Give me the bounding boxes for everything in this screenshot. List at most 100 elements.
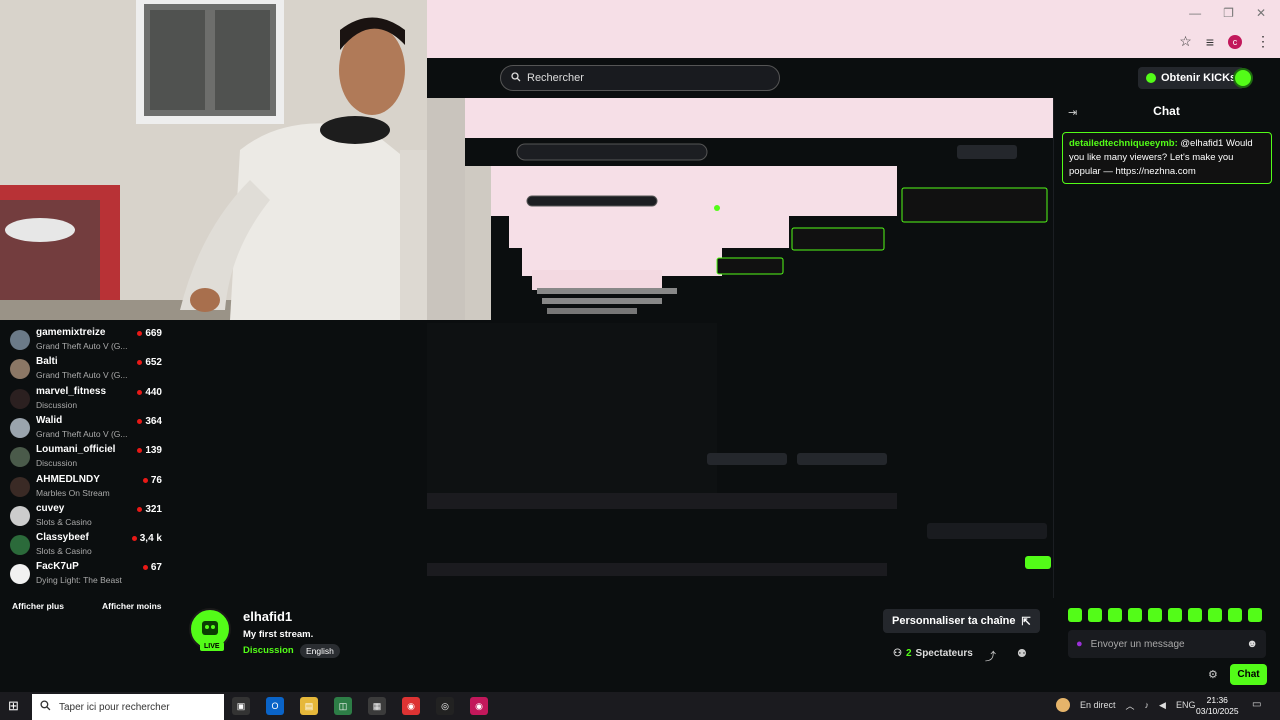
outlook-icon[interactable]: O [266, 697, 284, 715]
stream-category[interactable]: Discussion [243, 645, 294, 656]
chrome-profile-icon[interactable]: ◉ [470, 697, 488, 715]
stream-title: My first stream. [243, 629, 314, 640]
sidebar-channel-category: Slots & Casino [36, 516, 92, 527]
live-status-label[interactable]: En direct [1080, 700, 1116, 710]
chat-input[interactable]: ● Envoyer un message ☻ [1068, 630, 1266, 658]
sidebar-viewers-value: 652 [145, 357, 162, 369]
webcam-overlay [0, 0, 427, 320]
external-link-icon: ⇱ [1021, 615, 1031, 628]
live-indicator-icon [137, 418, 143, 424]
emote-icon[interactable] [1088, 608, 1102, 622]
obs-icon[interactable]: ◎ [436, 697, 454, 715]
channel-avatar-small [10, 417, 30, 438]
sidebar-channel-item[interactable]: FacK7uP Dying Light: The Beast 67 [10, 561, 162, 589]
chrome-icon[interactable]: ◉ [402, 697, 420, 715]
chat-send-button[interactable]: Chat [1230, 664, 1267, 685]
app-icon[interactable]: ▦ [368, 697, 386, 715]
windows-start-icon[interactable]: ⊞ [8, 698, 19, 714]
show-more-button[interactable]: Afficher plus [12, 601, 64, 611]
follow-icon[interactable]: ⚉ [1017, 647, 1027, 660]
weather-icon[interactable] [1056, 698, 1070, 712]
search-input[interactable]: Rechercher [500, 65, 780, 91]
star-icon[interactable]: ☆ [1179, 33, 1192, 50]
close-button[interactable]: ✕ [1256, 6, 1266, 20]
emote-icon[interactable] [1148, 608, 1162, 622]
microphone-icon[interactable]: ● [1076, 638, 1083, 650]
get-kicks-button[interactable]: Obtenir KICKs [1138, 67, 1245, 89]
sidebar-channel-name: Classybeef [36, 532, 89, 544]
notification-icon[interactable]: ▭ [1252, 699, 1261, 710]
sidebar-viewers-value: 3,4 k [139, 533, 162, 545]
profile-icon[interactable]: c [1228, 34, 1242, 49]
emoji-icon[interactable]: ☻ [1246, 638, 1258, 650]
emote-icon[interactable] [1188, 608, 1202, 622]
sidebar-channel-name: Loumani_officiel [36, 444, 116, 456]
live-indicator-icon [137, 331, 143, 336]
file-explorer-icon[interactable]: ▤ [300, 697, 318, 715]
volume-icon[interactable]: ◀ [1159, 700, 1166, 711]
task-view-icon[interactable]: ▣ [232, 697, 250, 715]
maximize-button[interactable]: ❐ [1223, 6, 1234, 20]
sidebar-channel-category: Discussion [36, 399, 78, 410]
sidebar-channel-item[interactable]: Loumani_officiel Discussion 139 [10, 444, 162, 472]
share-icon[interactable]: ⤴ [985, 648, 996, 664]
clock-time: 21:36 [1206, 695, 1228, 705]
sidebar-viewers-value: 364 [145, 415, 162, 427]
sidebar-channel-item[interactable]: cuvey Slots & Casino 321 [10, 503, 162, 531]
channel-avatar-small [10, 505, 30, 526]
spectators-number: 2 [905, 648, 912, 659]
microphone-tray-icon[interactable]: ♪ [1145, 700, 1150, 710]
language-label[interactable]: ENG [1176, 700, 1196, 710]
show-less-button[interactable]: Afficher moins [102, 601, 162, 611]
window-controls: — ❐ ✕ [1189, 6, 1266, 20]
emote-icon[interactable] [1208, 608, 1222, 622]
sidebar-channel-item[interactable]: marvel_fitness Discussion 440 [10, 386, 162, 414]
sidebar-viewer-count: 3,4 k [131, 533, 162, 545]
taskbar-apps: ▣ O ▤ ◫ ▦ ◉ ◎ ◉ [232, 697, 488, 715]
channel-avatar-small [10, 535, 30, 556]
sidebar-channel-name: AHMEDLNDY [36, 473, 100, 485]
sidebar-channel-item[interactable]: Classybeef Slots & Casino 3,4 k [10, 532, 162, 560]
chat-input-placeholder: Envoyer un message [1090, 638, 1185, 650]
taskbar-search-input[interactable]: Taper ici pour rechercher [32, 694, 224, 720]
store-icon[interactable]: ◫ [334, 697, 352, 715]
search-placeholder: Rechercher [527, 72, 584, 84]
clock[interactable]: 21:36 03/10/2025 [1196, 695, 1239, 717]
chevron-up-icon[interactable]: ︿ [1126, 699, 1135, 712]
gear-icon[interactable]: ⚙ [1208, 668, 1218, 681]
emote-icon[interactable] [1068, 608, 1082, 622]
emote-icon[interactable] [1168, 608, 1182, 622]
sidebar-channel-category: Grand Theft Auto V (G... [36, 341, 128, 351]
user-avatar[interactable] [1233, 68, 1253, 88]
search-icon [40, 700, 51, 714]
live-indicator-icon [137, 389, 143, 395]
live-indicator-icon [137, 360, 143, 366]
sidebar-channel-category: Dying Light: The Beast [36, 575, 122, 586]
emote-icon[interactable] [1228, 608, 1242, 622]
customize-channel-button[interactable]: Personnaliser ta chaîne ⇱ [883, 609, 1040, 633]
sidebar-channel-item[interactable]: AHMEDLNDY Marbles On Stream 76 [10, 474, 162, 502]
emote-icon[interactable] [1108, 608, 1122, 622]
sidebar-channel-item[interactable]: Balti Grand Theft Auto V (G... 652 [10, 356, 162, 384]
sidebar-channel-name: gamemixtreize [36, 327, 106, 338]
channel-avatar-small [10, 330, 30, 350]
sidebar-channel-category: Slots & Casino [36, 546, 92, 557]
sidebar-channel-name: cuvey [36, 502, 65, 514]
chat-title: Chat [1153, 104, 1180, 118]
emote-icon[interactable] [1128, 608, 1142, 622]
sidebar-viewers-value: 76 [150, 474, 162, 486]
sidebar-channel-item[interactable]: gamemixtreize Grand Theft Auto V (G... 669 [10, 327, 162, 355]
stream-language[interactable]: English [300, 644, 340, 658]
minimize-button[interactable]: — [1189, 6, 1201, 20]
emote-bar [1068, 608, 1262, 622]
spectators-count: ⚇ 2 Spectateurs [893, 648, 973, 659]
chat-message-user[interactable]: detailedtechniqueeymb: [1069, 138, 1178, 149]
menu-icon[interactable]: ⋮ [1256, 33, 1270, 50]
channel-name[interactable]: elhafid1 [243, 609, 292, 624]
browser-toolbar: ☆ ≡ c ⋮ [1179, 33, 1270, 50]
playlist-icon[interactable]: ≡ [1206, 34, 1214, 50]
emote-icon[interactable] [1248, 608, 1262, 622]
sidebar-channel-item[interactable]: Walid Grand Theft Auto V (G... 364 [10, 415, 162, 443]
stream-preview[interactable] [427, 98, 1053, 576]
sidebar-channel-name: Balti [36, 356, 58, 368]
